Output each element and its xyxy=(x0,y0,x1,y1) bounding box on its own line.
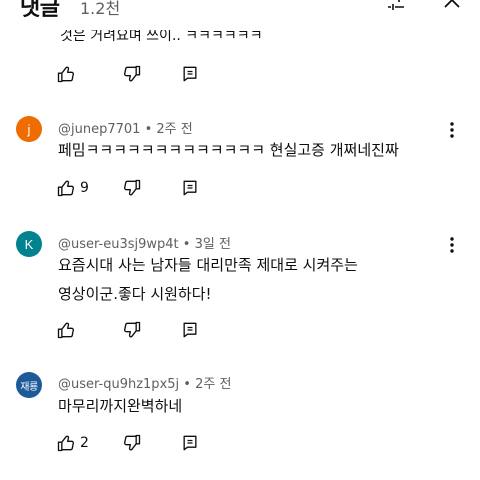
reply-icon[interactable] xyxy=(180,178,200,198)
more-vert-icon[interactable] xyxy=(444,235,460,255)
thumb-up-icon[interactable] xyxy=(56,64,76,84)
comment-actions xyxy=(0,320,480,344)
thumb-up-icon[interactable] xyxy=(56,178,76,198)
comment-text-line: 마무리까지완벽하네 xyxy=(58,397,183,415)
partial-comment-text: 것은 거려요며 쓰이.. ㅋㅋㅋㅋㅋㅋ xyxy=(60,28,263,44)
thumb-down-icon[interactable] xyxy=(122,320,142,340)
header-title: 댓글 xyxy=(20,0,60,21)
comment-actions: 2 xyxy=(0,433,480,457)
comments-header: 댓글 1.2천 xyxy=(0,0,480,24)
more-vert-icon[interactable] xyxy=(444,120,460,140)
comment-count: 1.2천 xyxy=(80,0,121,18)
filter-sliders-icon[interactable] xyxy=(384,0,408,14)
avatar[interactable]: j xyxy=(16,116,42,142)
comment-time: 2주 전 xyxy=(195,377,232,392)
avatar[interactable]: K xyxy=(16,231,42,257)
comment-text: 페밈ㅋㅋㅋㅋㅋㅋㅋㅋㅋㅋㅋㅋㅋ 현실고증 개쩌네진짜 xyxy=(58,136,399,165)
comment-username[interactable]: @user-qu9hz1px5j xyxy=(58,377,179,392)
comment-text-line: 요즘시대 사는 남자들 대리만족 제대로 시켜주는 xyxy=(58,256,358,274)
comment-time: 2주 전 xyxy=(156,122,193,137)
comment-meta: @junep7701 • 2주 전 xyxy=(58,122,193,137)
avatar-letter: j xyxy=(27,121,31,137)
comment-text-line: 영상이군.좋다 시원하다! xyxy=(58,285,212,303)
thumb-up-icon[interactable] xyxy=(56,433,76,453)
comment-meta: @user-eu3sj9wp4t • 3일 전 xyxy=(58,237,231,252)
comment-username[interactable]: @junep7701 xyxy=(58,122,140,137)
reply-icon[interactable] xyxy=(180,320,200,340)
avatar-letter: K xyxy=(24,236,34,252)
comment-time: 3일 전 xyxy=(194,237,231,252)
like-count: 9 xyxy=(80,180,89,196)
comment-text-line: 페밈ㅋㅋㅋㅋㅋㅋㅋㅋㅋㅋㅋㅋㅋ 현실고증 개쩌네진짜 xyxy=(58,141,399,159)
avatar[interactable]: 재룡 xyxy=(16,372,42,398)
comment-meta: @user-qu9hz1px5j • 2주 전 xyxy=(58,377,232,392)
like-count: 2 xyxy=(80,435,89,451)
reply-icon[interactable] xyxy=(180,64,200,84)
thumb-down-icon[interactable] xyxy=(122,178,142,198)
thumb-down-icon[interactable] xyxy=(122,64,142,84)
avatar-letter: 재룡 xyxy=(20,381,38,393)
thumb-up-icon[interactable] xyxy=(56,320,76,340)
comment-username[interactable]: @user-eu3sj9wp4t xyxy=(58,237,179,252)
close-icon[interactable] xyxy=(440,0,464,12)
reply-icon[interactable] xyxy=(180,433,200,453)
thumb-down-icon[interactable] xyxy=(122,433,142,453)
comment-text: 요즘시대 사는 남자들 대리만족 제대로 시켜주는 영상이군.좋다 시원하다! xyxy=(58,251,358,309)
comment-actions: 9 xyxy=(0,178,480,202)
partial-comment-actions xyxy=(0,64,480,88)
comment-text: 마무리까지완벽하네 xyxy=(58,392,182,421)
